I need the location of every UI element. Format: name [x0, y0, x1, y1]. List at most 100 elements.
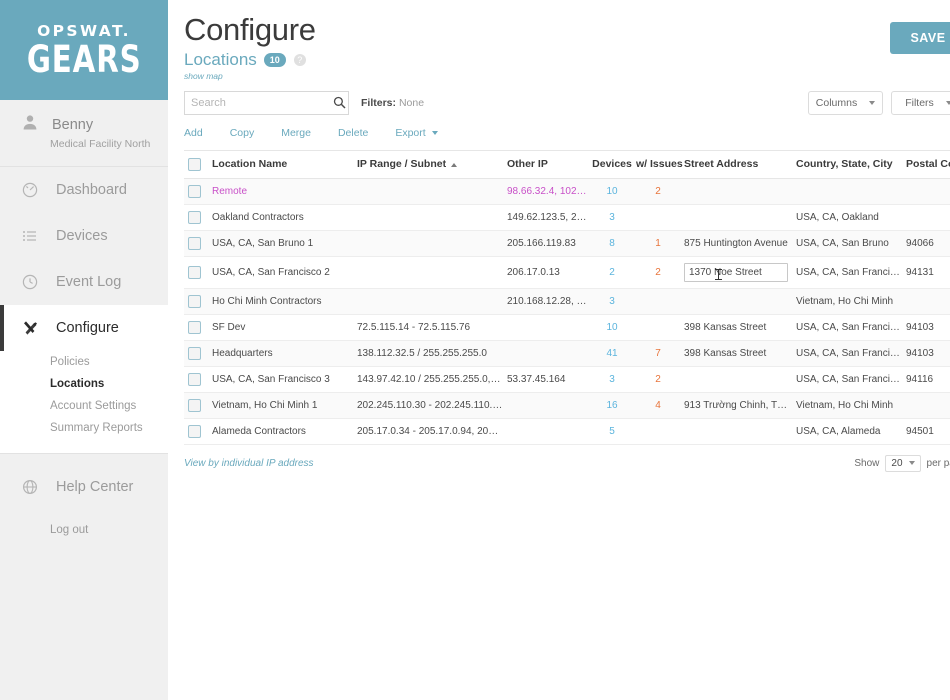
help-question-icon[interactable]: ?: [293, 53, 306, 66]
sidebar-item-locations[interactable]: Locations: [0, 373, 168, 395]
cell-postal-code[interactable]: [906, 204, 950, 231]
cell-location-name[interactable]: USA, CA, San Francisco 3: [212, 366, 357, 393]
cell-street-address[interactable]: 913 Trường Chinh, Tây Th...: [684, 392, 796, 419]
select-all-checkbox[interactable]: [188, 157, 201, 171]
cell-country-state-city[interactable]: USA, CA, San Bruno: [796, 230, 906, 257]
cell-other-ip[interactable]: [507, 314, 592, 341]
copy-button[interactable]: Copy: [230, 127, 255, 139]
cell-location-name[interactable]: SF Dev: [212, 314, 357, 341]
sidebar-item-policies[interactable]: Policies: [0, 351, 168, 373]
cell-other-ip[interactable]: [507, 340, 592, 367]
save-button[interactable]: SAVE: [890, 22, 950, 54]
cell-country-state-city[interactable]: Vietnam, Ho Chi Minh: [796, 392, 906, 419]
table-row[interactable]: Alameda Contractors 205.17.0.34 - 205.17.…: [184, 418, 950, 445]
cell-postal-code[interactable]: 94066: [906, 230, 950, 257]
sidebar-item-event-log[interactable]: Event Log: [0, 259, 168, 305]
cell-with-issues[interactable]: 7: [636, 340, 684, 367]
cell-ip-range[interactable]: 202.245.110.30 - 202.245.110.80: [357, 392, 507, 419]
cell-other-ip[interactable]: 205.166.119.83: [507, 230, 592, 257]
cell-devices[interactable]: 10: [592, 314, 636, 341]
devices-count-link[interactable]: 16: [606, 400, 617, 411]
cell-other-ip[interactable]: [507, 418, 592, 445]
column-header-with-issues[interactable]: w/ Issues: [636, 149, 684, 179]
cell-devices[interactable]: 5: [592, 418, 636, 445]
column-header-location-name[interactable]: Location Name: [212, 149, 357, 179]
column-header-ip-range[interactable]: IP Range / Subnet: [357, 149, 507, 179]
cell-postal-code[interactable]: 94131: [906, 256, 950, 289]
column-header-postal-code[interactable]: Postal Code: [906, 149, 950, 179]
issues-count-link[interactable]: 2: [655, 374, 661, 385]
sidebar-item-account-settings[interactable]: Account Settings: [0, 395, 168, 417]
sidebar-item-help-center[interactable]: Help Center: [0, 464, 168, 510]
cell-other-ip[interactable]: 149.62.123.5, 208...: [507, 204, 592, 231]
cell-ip-range[interactable]: 205.17.0.34 - 205.17.0.94, 205.30.0...: [357, 418, 507, 445]
cell-with-issues[interactable]: 2: [636, 178, 684, 205]
cell-with-issues[interactable]: 2: [636, 256, 684, 289]
issues-count-link[interactable]: 7: [655, 348, 661, 359]
cell-location-name[interactable]: Remote: [212, 178, 357, 205]
devices-count-link[interactable]: 10: [606, 186, 617, 197]
column-header-devices[interactable]: Devices: [592, 149, 636, 179]
table-row[interactable]: USA, CA, San Bruno 1 205.166.119.83 8 1 875 …: [184, 230, 950, 257]
devices-count-link[interactable]: 5: [609, 426, 615, 437]
cell-street-address[interactable]: [684, 178, 796, 205]
cell-with-issues[interactable]: 1: [636, 230, 684, 257]
sidebar-item-dashboard[interactable]: Dashboard: [0, 167, 168, 213]
logout-link[interactable]: Log out: [0, 510, 168, 536]
cell-postal-code[interactable]: [906, 288, 950, 315]
cell-street-address[interactable]: 398 Kansas Street: [684, 314, 796, 341]
cell-ip-range[interactable]: [357, 178, 507, 205]
cell-location-name[interactable]: Headquarters: [212, 340, 357, 367]
row-checkbox[interactable]: [188, 372, 201, 386]
cell-location-name[interactable]: Oakland Contractors: [212, 204, 357, 231]
cell-devices[interactable]: 3: [592, 288, 636, 315]
cell-devices[interactable]: 16: [592, 392, 636, 419]
row-checkbox[interactable]: [188, 398, 201, 412]
row-checkbox[interactable]: [188, 294, 201, 308]
cell-other-ip[interactable]: 98.66.32.4, 102.8...: [507, 178, 592, 205]
show-map-link[interactable]: show map: [184, 71, 316, 81]
filters-dropdown-button[interactable]: Filters: [891, 90, 950, 115]
row-checkbox[interactable]: [188, 265, 201, 279]
cell-with-issues[interactable]: [636, 314, 684, 341]
row-checkbox[interactable]: [188, 424, 201, 438]
cell-with-issues[interactable]: 2: [636, 366, 684, 393]
cell-devices[interactable]: 41: [592, 340, 636, 367]
devices-count-link[interactable]: 3: [609, 296, 615, 307]
street-address-input[interactable]: [684, 262, 788, 282]
export-button[interactable]: Export: [395, 127, 438, 139]
cell-country-state-city[interactable]: USA, CA, San Francisco: [796, 340, 906, 367]
devices-count-link[interactable]: 10: [606, 322, 617, 333]
cell-with-issues[interactable]: [636, 288, 684, 315]
cell-street-address[interactable]: [684, 418, 796, 445]
columns-dropdown-button[interactable]: Columns: [808, 90, 883, 115]
cell-other-ip[interactable]: 53.37.45.164: [507, 366, 592, 393]
sidebar-item-configure[interactable]: Configure: [0, 305, 168, 351]
cell-ip-range[interactable]: 138.112.32.5 / 255.255.255.0: [357, 340, 507, 367]
cell-country-state-city[interactable]: USA, CA, Alameda: [796, 418, 906, 445]
table-row[interactable]: USA, CA, San Francisco 2 206.17.0.13 2 2 USA…: [184, 256, 950, 289]
cell-location-name[interactable]: Ho Chi Minh Contractors: [212, 288, 357, 315]
issues-count-link[interactable]: 4: [655, 400, 661, 411]
cell-street-address[interactable]: 875 Huntington Avenue: [684, 230, 796, 257]
table-row[interactable]: Vietnam, Ho Chi Minh 1 202.245.110.30 - 2…: [184, 392, 950, 419]
issues-count-link[interactable]: 2: [655, 267, 661, 278]
cell-devices[interactable]: 10: [592, 178, 636, 205]
column-header-country-state-city[interactable]: Country, State, City: [796, 149, 906, 179]
view-by-individual-ip-link[interactable]: View by individual IP address: [184, 458, 314, 469]
search-box[interactable]: [184, 90, 349, 115]
row-checkbox[interactable]: [188, 210, 201, 224]
devices-count-link[interactable]: 2: [609, 267, 615, 278]
column-header-other-ip[interactable]: Other IP: [507, 149, 592, 179]
row-checkbox[interactable]: [188, 346, 201, 360]
row-checkbox[interactable]: [188, 236, 201, 250]
cell-devices[interactable]: 8: [592, 230, 636, 257]
cell-postal-code[interactable]: [906, 178, 950, 205]
search-icon[interactable]: [333, 96, 346, 109]
cell-ip-range[interactable]: [357, 256, 507, 289]
cell-ip-range[interactable]: 72.5.115.14 - 72.5.115.76: [357, 314, 507, 341]
per-page-select[interactable]: 20: [885, 454, 921, 472]
cell-other-ip[interactable]: [507, 392, 592, 419]
cell-country-state-city[interactable]: [796, 178, 906, 205]
row-checkbox[interactable]: [188, 320, 201, 334]
